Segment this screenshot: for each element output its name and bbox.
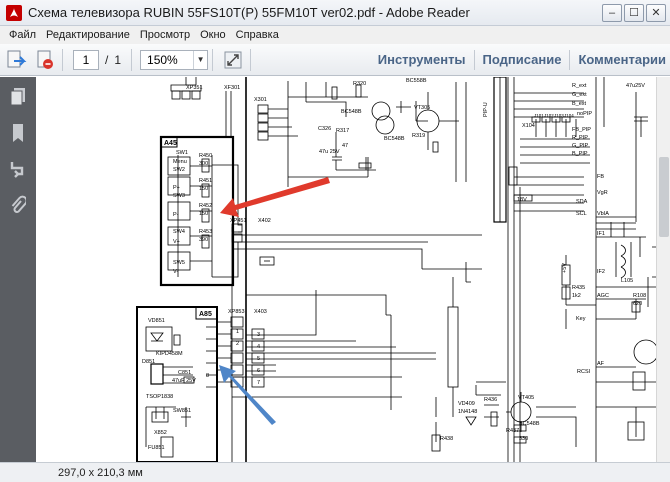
menu-edit[interactable]: Редактирование	[41, 29, 135, 41]
zoom-select[interactable]: 150% ▼	[140, 49, 209, 70]
adobe-reader-icon	[6, 4, 22, 21]
signatures-icon[interactable]	[0, 151, 36, 187]
annotation-arrows	[219, 177, 330, 425]
menu-help[interactable]: Справка	[231, 29, 284, 41]
page-thumbnails-icon[interactable]	[0, 79, 36, 115]
export-pdf-icon[interactable]	[32, 47, 58, 73]
tools-button[interactable]: Инструменты	[370, 52, 474, 67]
title-bar: Схема телевизора RUBIN 55FS10T(P) 55FM10…	[0, 0, 670, 26]
scrollbar-thumb[interactable]	[659, 157, 669, 237]
menu-window[interactable]: Окно	[195, 29, 231, 41]
chevron-down-icon[interactable]: ▼	[193, 50, 207, 69]
fit-page-icon[interactable]	[220, 47, 246, 73]
bookmarks-icon[interactable]	[0, 115, 36, 151]
menu-view[interactable]: Просмотр	[135, 29, 195, 41]
close-button[interactable]: ✕	[646, 3, 666, 22]
maximize-button[interactable]: ☐	[624, 3, 644, 22]
sign-button[interactable]: Подписание	[475, 52, 570, 67]
minimize-button[interactable]: –	[602, 3, 622, 22]
menu-file[interactable]: Файл	[4, 29, 41, 41]
navigation-pane	[0, 77, 36, 462]
toolbar-separator	[212, 48, 214, 71]
vertical-scrollbar[interactable]	[656, 77, 670, 462]
page-number-input[interactable]: 1	[73, 49, 99, 70]
menu-bar: Файл Редактирование Просмотр Окно Справк…	[0, 26, 670, 44]
red-arrow	[220, 177, 330, 217]
page-dimensions: 297,0 x 210,3 мм	[58, 466, 143, 479]
page-separator: /	[105, 52, 109, 67]
window-title: Схема телевизора RUBIN 55FS10T(P) 55FM10…	[28, 5, 470, 20]
attachments-icon[interactable]	[0, 187, 36, 223]
toolbar-separator	[62, 48, 63, 71]
document-view[interactable]: A45 A85 XP451 X402 XP853 X403 XP351 XF30…	[36, 77, 656, 462]
toolbar-separator	[250, 48, 252, 71]
toolbar-separator	[131, 48, 133, 71]
blue-arrow	[219, 365, 276, 425]
zoom-value: 150%	[147, 52, 178, 67]
comments-button[interactable]: Комментарии	[570, 52, 670, 67]
status-bar: 297,0 x 210,3 мм	[0, 462, 670, 482]
toolbar: 1 / 1 150% ▼ Инструменты Подписание Комм…	[0, 44, 670, 76]
page-total: 1	[114, 52, 122, 67]
create-pdf-icon[interactable]	[3, 47, 29, 73]
